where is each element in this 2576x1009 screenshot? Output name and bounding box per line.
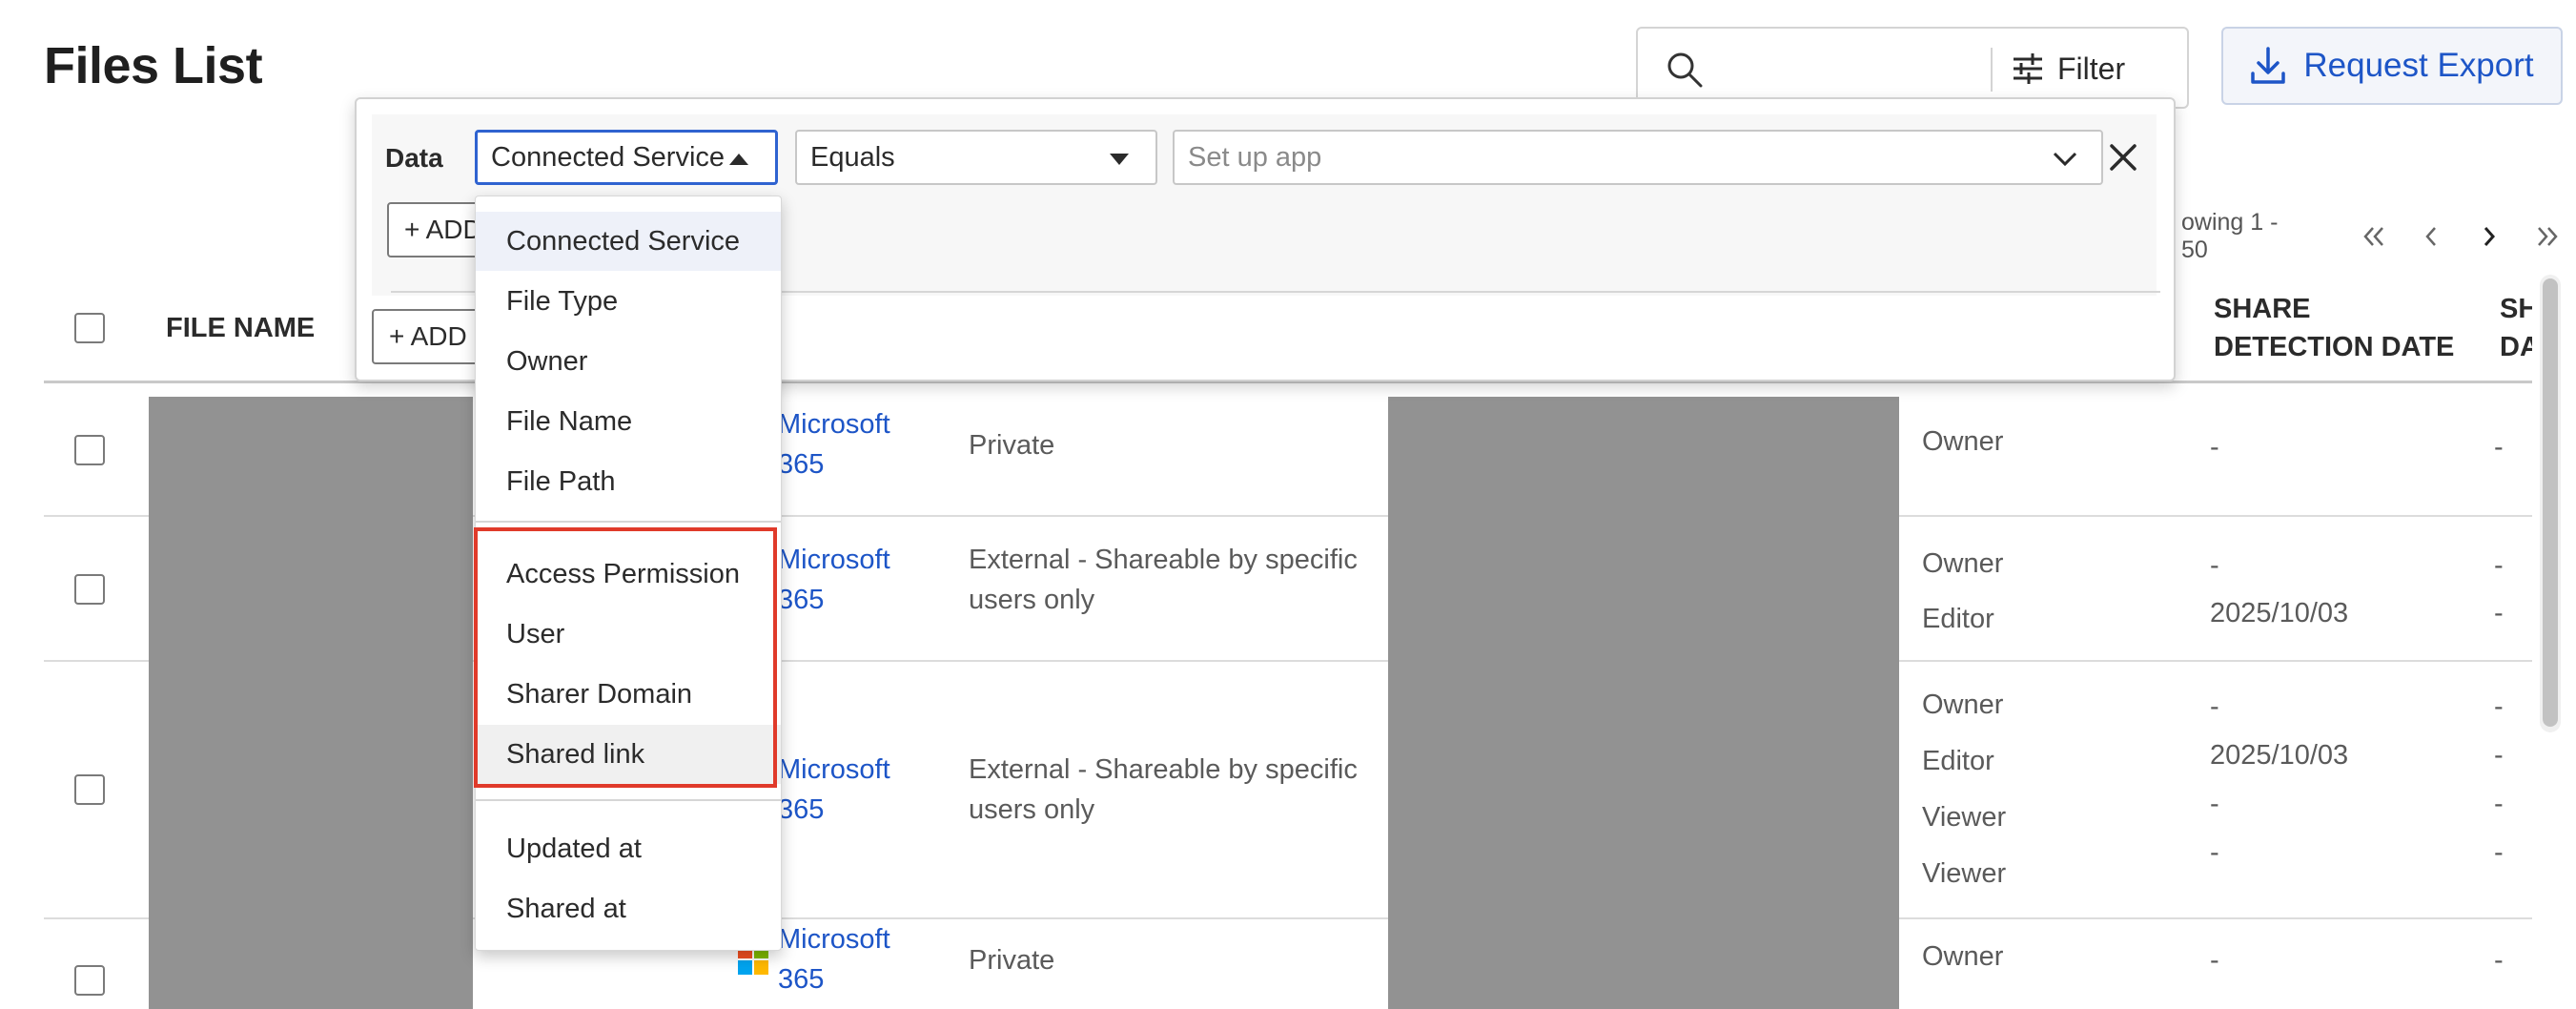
- caret-down-icon: [1110, 154, 1129, 165]
- redacted-owner: [1388, 919, 1899, 1009]
- column-header-truncated[interactable]: SH DA: [2500, 290, 2532, 366]
- connected-service-link[interactable]: Microsoft 365: [778, 750, 890, 830]
- pagination-range: owing 1 - 50: [2181, 209, 2279, 263]
- connected-service-link[interactable]: Microsoft 365: [778, 919, 890, 999]
- scrollbar-thumb[interactable]: [2543, 278, 2558, 727]
- double-chevron-right-icon: [2537, 227, 2558, 246]
- access-permission: Private: [969, 945, 1055, 976]
- download-icon: [2251, 47, 2286, 84]
- access-permission: Private: [969, 430, 1055, 461]
- filter-value-select[interactable]: Set up app: [1173, 130, 2103, 185]
- redacted-file-name: [149, 662, 473, 919]
- user-role: Owner: [1922, 941, 2004, 972]
- share-detection-date: - 2025/10/03: [2210, 550, 2349, 628]
- chevron-down-icon: [2053, 152, 2077, 167]
- table-row[interactable]: Microsoft 365 Private Owner - -: [44, 919, 2532, 1009]
- first-page-button[interactable]: [2344, 212, 2402, 261]
- redacted-file-name: [149, 517, 473, 662]
- filter-sliders-icon: [2014, 53, 2042, 84]
- dropdown-option-owner[interactable]: Owner: [476, 332, 781, 391]
- row-checkbox[interactable]: [74, 574, 105, 605]
- dropdown-option-shared-at[interactable]: Shared at: [476, 879, 781, 938]
- page-title: Files List: [44, 37, 263, 94]
- request-export-button[interactable]: Request Export: [2221, 27, 2563, 105]
- shared-date: -: [2494, 432, 2504, 463]
- user-role: Owner Editor Viewer Viewer: [1922, 690, 2007, 889]
- access-permission: External - Shareable by specific users o…: [969, 545, 1358, 615]
- share-detection-date: -: [2210, 432, 2219, 463]
- filter-operator-select[interactable]: Equals: [795, 130, 1157, 185]
- table-row[interactable]: Microsoft 365 External - Shareable by sp…: [44, 662, 2532, 919]
- user-role: Owner Editor: [1922, 548, 2004, 634]
- chevron-left-icon: [2425, 227, 2437, 246]
- caret-up-icon: [729, 154, 748, 165]
- dropdown-separator: [476, 521, 781, 523]
- next-page-button[interactable]: [2461, 212, 2519, 261]
- dropdown-option-file-name[interactable]: File Name: [476, 392, 781, 451]
- redacted-owner: [1388, 397, 1899, 517]
- table-row[interactable]: Microsoft 365 Private Owner - -: [44, 383, 2532, 517]
- dropdown-option-connected-service[interactable]: Connected Service: [476, 212, 781, 271]
- redacted-owner: [1388, 662, 1899, 919]
- row-checkbox[interactable]: [74, 435, 105, 465]
- column-header-file-name[interactable]: FILE NAME: [166, 309, 315, 347]
- request-export-label: Request Export: [2303, 47, 2534, 84]
- row-checkbox[interactable]: [74, 965, 105, 996]
- filter-field-select[interactable]: Connected Service: [475, 130, 778, 185]
- shared-date: - -: [2494, 550, 2504, 628]
- dropdown-separator: [476, 799, 781, 801]
- share-detection-date: - 2025/10/03 - -: [2210, 691, 2349, 868]
- chevron-right-icon: [2484, 227, 2495, 246]
- column-header-share-detection-date[interactable]: SHARE DETECTION DATE: [2214, 290, 2454, 366]
- shared-date: - - - -: [2494, 691, 2504, 868]
- row-checkbox[interactable]: [74, 774, 105, 805]
- dropdown-option-file-path[interactable]: File Path: [476, 452, 781, 511]
- table-row[interactable]: Microsoft 365 External - Shareable by sp…: [44, 517, 2532, 662]
- connected-service-link[interactable]: Microsoft 365: [778, 540, 890, 620]
- redacted-file-name: [149, 397, 473, 517]
- access-permission: External - Shareable by specific users o…: [969, 754, 1358, 825]
- redacted-owner: [1388, 517, 1899, 662]
- filter-button[interactable]: Filter: [2012, 42, 2125, 95]
- search-divider: [1991, 48, 1993, 92]
- filter-data-label: Data: [385, 143, 443, 173]
- redacted-file-name: [149, 919, 473, 1009]
- last-page-button[interactable]: [2518, 212, 2576, 261]
- prev-page-button[interactable]: [2402, 212, 2461, 261]
- search-icon[interactable]: [1665, 50, 1705, 90]
- filter-button-label: Filter: [2057, 51, 2126, 86]
- share-detection-date: -: [2210, 945, 2219, 976]
- highlight-annotation-box: [474, 527, 777, 788]
- close-icon[interactable]: [2107, 141, 2139, 174]
- double-chevron-left-icon: [2362, 227, 2383, 246]
- dropdown-option-file-type[interactable]: File Type: [476, 272, 781, 331]
- dropdown-option-updated-at[interactable]: Updated at: [476, 819, 781, 878]
- user-role: Owner: [1922, 426, 2004, 457]
- select-all-checkbox[interactable]: [74, 313, 105, 343]
- table-scrollbar[interactable]: [2540, 275, 2561, 732]
- shared-date: -: [2494, 945, 2504, 976]
- connected-service-link[interactable]: Microsoft 365: [778, 404, 890, 484]
- pagination: owing 1 - 50: [2181, 209, 2576, 263]
